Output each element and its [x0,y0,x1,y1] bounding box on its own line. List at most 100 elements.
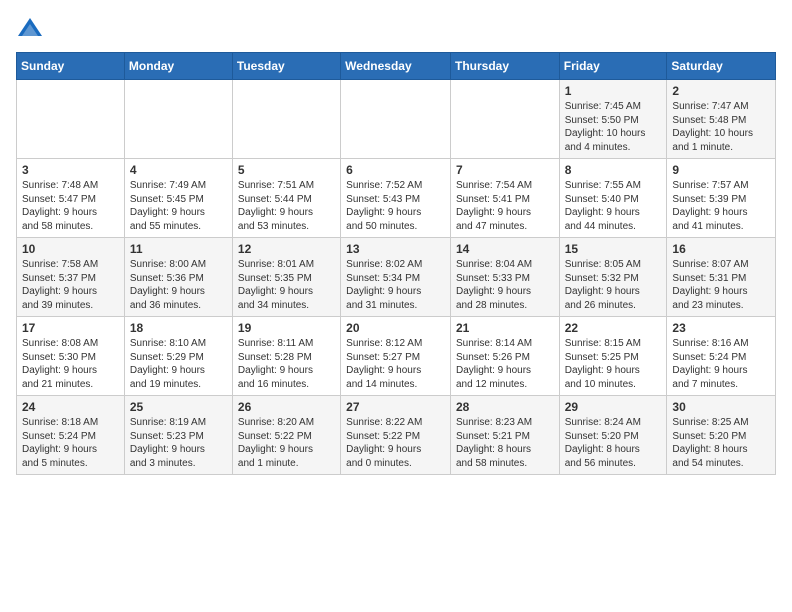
day-number: 25 [130,400,227,414]
calendar-cell: 7 Sunrise: 7:54 AM Sunset: 5:41 PM Daylig… [450,159,559,238]
day-number: 11 [130,242,227,256]
calendar-week-row: 17 Sunrise: 8:08 AM Sunset: 5:30 PM Dayli… [17,317,776,396]
day-info: Sunrise: 8:14 AM Sunset: 5:26 PM Dayligh… [456,337,554,391]
day-info: Sunrise: 8:25 AM Sunset: 5:20 PM Dayligh… [672,416,770,470]
calendar-cell: 21 Sunrise: 8:14 AM Sunset: 5:26 PM Dayli… [450,317,559,396]
day-number: 9 [672,163,770,177]
day-number: 1 [565,84,662,98]
weekday-header: Sunday [17,53,125,80]
day-info: Sunrise: 7:48 AM Sunset: 5:47 PM Dayligh… [22,179,119,233]
day-number: 18 [130,321,227,335]
day-info: Sunrise: 7:47 AM Sunset: 5:48 PM Dayligh… [672,100,770,154]
calendar-week-row: 3 Sunrise: 7:48 AM Sunset: 5:47 PM Daylig… [17,159,776,238]
calendar-cell: 18 Sunrise: 8:10 AM Sunset: 5:29 PM Dayli… [124,317,232,396]
day-number: 17 [22,321,119,335]
day-info: Sunrise: 7:52 AM Sunset: 5:43 PM Dayligh… [346,179,445,233]
weekday-header: Tuesday [232,53,340,80]
day-info: Sunrise: 7:58 AM Sunset: 5:37 PM Dayligh… [22,258,119,312]
day-number: 20 [346,321,445,335]
day-number: 21 [456,321,554,335]
calendar-cell: 20 Sunrise: 8:12 AM Sunset: 5:27 PM Dayli… [341,317,451,396]
calendar-cell [232,80,340,159]
logo [16,16,48,44]
day-info: Sunrise: 8:08 AM Sunset: 5:30 PM Dayligh… [22,337,119,391]
calendar-week-row: 1 Sunrise: 7:45 AM Sunset: 5:50 PM Daylig… [17,80,776,159]
day-number: 19 [238,321,335,335]
day-number: 30 [672,400,770,414]
day-info: Sunrise: 8:15 AM Sunset: 5:25 PM Dayligh… [565,337,662,391]
day-number: 10 [22,242,119,256]
calendar-cell: 11 Sunrise: 8:00 AM Sunset: 5:36 PM Dayli… [124,238,232,317]
calendar-cell: 2Sunrise: 7:47 AM Sunset: 5:48 PM Daylig… [667,80,776,159]
day-number: 28 [456,400,554,414]
day-info: Sunrise: 8:16 AM Sunset: 5:24 PM Dayligh… [672,337,770,391]
calendar-cell: 12Sunrise: 8:01 AM Sunset: 5:35 PM Dayli… [232,238,340,317]
day-info: Sunrise: 8:02 AM Sunset: 5:34 PM Dayligh… [346,258,445,312]
calendar-cell: 14Sunrise: 8:04 AM Sunset: 5:33 PM Dayli… [450,238,559,317]
calendar-cell: 30 Sunrise: 8:25 AM Sunset: 5:20 PM Dayli… [667,396,776,475]
day-info: Sunrise: 8:12 AM Sunset: 5:27 PM Dayligh… [346,337,445,391]
calendar-cell: 24 Sunrise: 8:18 AM Sunset: 5:24 PM Dayli… [17,396,125,475]
calendar-cell: 22 Sunrise: 8:15 AM Sunset: 5:25 PM Dayli… [559,317,667,396]
day-info: Sunrise: 8:24 AM Sunset: 5:20 PM Dayligh… [565,416,662,470]
day-info: Sunrise: 8:23 AM Sunset: 5:21 PM Dayligh… [456,416,554,470]
day-info: Sunrise: 8:20 AM Sunset: 5:22 PM Dayligh… [238,416,335,470]
day-number: 4 [130,163,227,177]
day-info: Sunrise: 7:55 AM Sunset: 5:40 PM Dayligh… [565,179,662,233]
calendar-cell: 4 Sunrise: 7:49 AM Sunset: 5:45 PM Daylig… [124,159,232,238]
calendar-week-row: 10 Sunrise: 7:58 AM Sunset: 5:37 PM Dayli… [17,238,776,317]
logo-icon [16,16,44,44]
calendar-cell: 29 Sunrise: 8:24 AM Sunset: 5:20 PM Dayli… [559,396,667,475]
day-number: 13 [346,242,445,256]
day-number: 15 [565,242,662,256]
day-info: Sunrise: 8:05 AM Sunset: 5:32 PM Dayligh… [565,258,662,312]
day-number: 23 [672,321,770,335]
calendar-cell: 17 Sunrise: 8:08 AM Sunset: 5:30 PM Dayli… [17,317,125,396]
day-number: 26 [238,400,335,414]
calendar-table: SundayMondayTuesdayWednesdayThursdayFrid… [16,52,776,475]
calendar-cell: 16 Sunrise: 8:07 AM Sunset: 5:31 PM Dayli… [667,238,776,317]
day-info: Sunrise: 8:19 AM Sunset: 5:23 PM Dayligh… [130,416,227,470]
day-info: Sunrise: 7:49 AM Sunset: 5:45 PM Dayligh… [130,179,227,233]
calendar-cell [17,80,125,159]
calendar-cell: 9 Sunrise: 7:57 AM Sunset: 5:39 PM Daylig… [667,159,776,238]
calendar-cell [124,80,232,159]
calendar-cell: 26 Sunrise: 8:20 AM Sunset: 5:22 PM Dayli… [232,396,340,475]
day-number: 14 [456,242,554,256]
calendar-cell [341,80,451,159]
day-info: Sunrise: 8:10 AM Sunset: 5:29 PM Dayligh… [130,337,227,391]
page-header [16,16,776,44]
day-info: Sunrise: 8:00 AM Sunset: 5:36 PM Dayligh… [130,258,227,312]
calendar-cell: 10 Sunrise: 7:58 AM Sunset: 5:37 PM Dayli… [17,238,125,317]
calendar-week-row: 24 Sunrise: 8:18 AM Sunset: 5:24 PM Dayli… [17,396,776,475]
day-info: Sunrise: 7:54 AM Sunset: 5:41 PM Dayligh… [456,179,554,233]
day-info: Sunrise: 8:01 AM Sunset: 5:35 PM Dayligh… [238,258,335,312]
day-number: 16 [672,242,770,256]
day-info: Sunrise: 7:57 AM Sunset: 5:39 PM Dayligh… [672,179,770,233]
day-number: 7 [456,163,554,177]
calendar-cell: 28 Sunrise: 8:23 AM Sunset: 5:21 PM Dayli… [450,396,559,475]
calendar-cell: 27 Sunrise: 8:22 AM Sunset: 5:22 PM Dayli… [341,396,451,475]
day-number: 22 [565,321,662,335]
day-number: 27 [346,400,445,414]
calendar-cell: 6Sunrise: 7:52 AM Sunset: 5:43 PM Daylig… [341,159,451,238]
day-info: Sunrise: 8:11 AM Sunset: 5:28 PM Dayligh… [238,337,335,391]
day-info: Sunrise: 7:45 AM Sunset: 5:50 PM Dayligh… [565,100,662,154]
weekday-header: Thursday [450,53,559,80]
day-number: 3 [22,163,119,177]
day-number: 29 [565,400,662,414]
day-number: 24 [22,400,119,414]
day-info: Sunrise: 8:18 AM Sunset: 5:24 PM Dayligh… [22,416,119,470]
day-number: 5 [238,163,335,177]
calendar-cell: 1 Sunrise: 7:45 AM Sunset: 5:50 PM Daylig… [559,80,667,159]
weekday-header: Monday [124,53,232,80]
calendar-cell: 23 Sunrise: 8:16 AM Sunset: 5:24 PM Dayli… [667,317,776,396]
day-info: Sunrise: 7:51 AM Sunset: 5:44 PM Dayligh… [238,179,335,233]
weekday-header: Saturday [667,53,776,80]
day-info: Sunrise: 8:07 AM Sunset: 5:31 PM Dayligh… [672,258,770,312]
calendar-cell: 19 Sunrise: 8:11 AM Sunset: 5:28 PM Dayli… [232,317,340,396]
calendar-header-row: SundayMondayTuesdayWednesdayThursdayFrid… [17,53,776,80]
day-info: Sunrise: 8:22 AM Sunset: 5:22 PM Dayligh… [346,416,445,470]
weekday-header: Wednesday [341,53,451,80]
calendar-cell: 13 Sunrise: 8:02 AM Sunset: 5:34 PM Dayli… [341,238,451,317]
